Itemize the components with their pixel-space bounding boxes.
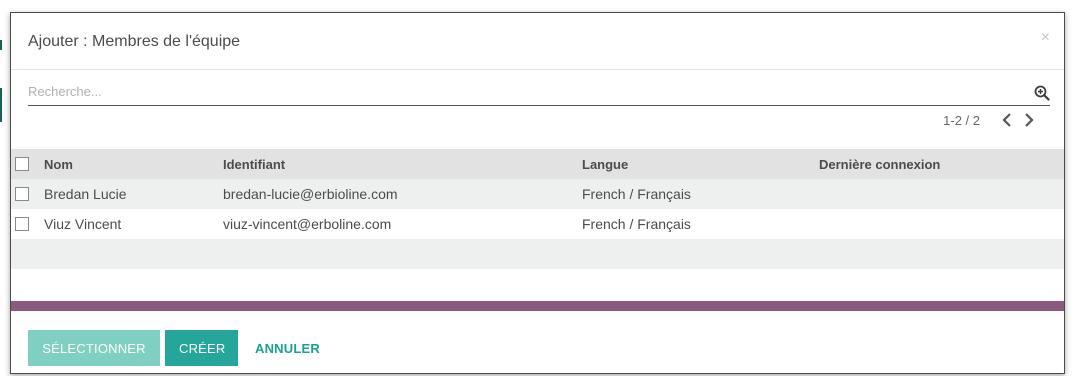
column-header-name[interactable]: Nom — [44, 157, 73, 172]
row-checkbox-cell — [15, 187, 35, 201]
empty-row — [11, 269, 1064, 299]
empty-row — [11, 239, 1064, 269]
column-header-last-login[interactable]: Dernière connexion — [819, 157, 940, 172]
add-members-dialog: Ajouter : Membres de l'équipe × 1-2 / 2 … — [10, 12, 1065, 374]
search-icon[interactable] — [1034, 85, 1050, 101]
close-icon[interactable]: × — [1041, 29, 1050, 47]
cell-language: French / Français — [582, 186, 691, 202]
search-bar — [28, 83, 1050, 106]
table-row[interactable]: Bredan Lucie bredan-lucie@erbioline.com … — [11, 179, 1064, 209]
chevron-left-icon — [1002, 113, 1011, 127]
footer-divider — [11, 301, 1064, 311]
cell-language: French / Français — [582, 216, 691, 232]
select-all-cell — [15, 157, 35, 171]
select-button[interactable]: SÉLECTIONNER — [28, 330, 160, 366]
table-header-row: Nom Identifiant Langue Dernière connexio… — [11, 149, 1064, 179]
pager-value[interactable]: 1-2 / 2 — [943, 113, 980, 128]
row-checkbox[interactable] — [15, 187, 29, 201]
column-header-login[interactable]: Identifiant — [223, 157, 285, 172]
cell-login: viuz-vincent@erboline.com — [223, 216, 392, 232]
chevron-right-icon — [1025, 113, 1034, 127]
table-row[interactable]: Viuz Vincent viuz-vincent@erboline.com F… — [11, 209, 1064, 239]
background-marker — [0, 40, 2, 50]
users-table: Nom Identifiant Langue Dernière connexio… — [11, 149, 1064, 299]
background-marker — [0, 88, 2, 122]
column-header-language[interactable]: Langue — [582, 157, 628, 172]
pager-previous-button[interactable] — [998, 111, 1016, 129]
row-checkbox[interactable] — [15, 217, 29, 231]
cell-name: Viuz Vincent — [44, 216, 122, 232]
pager-next-button[interactable] — [1020, 111, 1038, 129]
select-all-checkbox[interactable] — [15, 157, 29, 171]
dialog-footer: SÉLECTIONNER CRÉER ANNULER — [11, 311, 1064, 375]
cell-login: bredan-lucie@erbioline.com — [223, 186, 398, 202]
cell-name: Bredan Lucie — [44, 186, 127, 202]
search-input[interactable] — [28, 84, 1008, 103]
row-checkbox-cell — [15, 217, 35, 231]
create-button[interactable]: CRÉER — [165, 330, 238, 366]
dialog-title: Ajouter : Membres de l'équipe — [28, 33, 241, 50]
pager: 1-2 / 2 — [943, 111, 1038, 129]
cancel-button[interactable]: ANNULER — [247, 330, 327, 366]
dialog-header: Ajouter : Membres de l'équipe × — [11, 13, 1064, 70]
